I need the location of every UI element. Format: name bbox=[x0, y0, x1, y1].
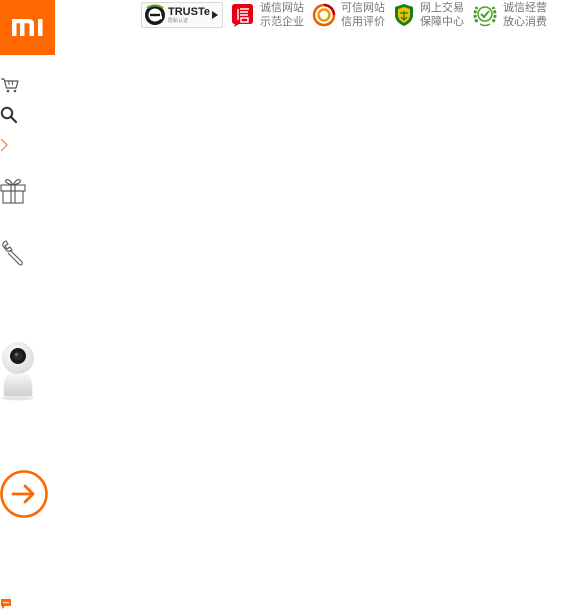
chat-icon[interactable] bbox=[0, 598, 12, 610]
truste-brand: TRUSTe bbox=[168, 5, 210, 18]
page: TRUSTe 隐私认证 诚信网站 示范企业 可信网站 信用评价 网上交易 保障中… bbox=[0, 0, 582, 610]
badge-honest-line2: 放心消费 bbox=[503, 15, 547, 28]
mi-logo[interactable] bbox=[0, 0, 55, 55]
truste-e-icon bbox=[145, 4, 165, 25]
truste-sub: 隐私认证 bbox=[168, 17, 189, 24]
chevron-right-icon[interactable] bbox=[0, 138, 10, 152]
badge-transaction-guarantee[interactable]: 网上交易 保障中心 bbox=[393, 0, 464, 30]
credit-ring-icon bbox=[312, 3, 336, 27]
wrench-icon[interactable] bbox=[0, 240, 26, 268]
wreath-icon bbox=[473, 6, 497, 27]
badge-trusted-site[interactable]: 可信网站 信用评价 bbox=[312, 0, 385, 30]
badge-transaction-line1: 网上交易 bbox=[420, 1, 464, 14]
arrow-right-circle-icon[interactable] bbox=[0, 469, 50, 519]
search-icon[interactable] bbox=[0, 106, 18, 124]
badge-integrity-demo[interactable]: 诚信网站 示范企业 bbox=[229, 0, 304, 30]
truste-badge[interactable]: TRUSTe 隐私认证 bbox=[141, 2, 223, 28]
mi-logo-icon bbox=[0, 0, 55, 55]
badge-integrity-line1: 诚信网站 bbox=[260, 1, 304, 14]
gift-icon[interactable] bbox=[0, 177, 26, 205]
badge-honest-line1: 诚信经营 bbox=[503, 1, 547, 14]
trust-badges: TRUSTe 隐私认证 诚信网站 示范企业 可信网站 信用评价 网上交易 保障中… bbox=[141, 0, 547, 30]
badge-integrity-line2: 示范企业 bbox=[260, 15, 304, 28]
shield-icon bbox=[395, 4, 413, 26]
camera-product-image bbox=[2, 342, 34, 401]
badge-honest-business[interactable]: 诚信经营 放心消费 bbox=[472, 0, 547, 30]
badge-trusted-line1: 可信网站 bbox=[341, 1, 385, 14]
play-triangle-icon bbox=[211, 11, 218, 19]
xin-seal-icon bbox=[232, 4, 253, 27]
badge-transaction-line2: 保障中心 bbox=[420, 15, 464, 28]
cart-icon[interactable] bbox=[0, 76, 20, 94]
badge-trusted-line2: 信用评价 bbox=[341, 15, 385, 28]
